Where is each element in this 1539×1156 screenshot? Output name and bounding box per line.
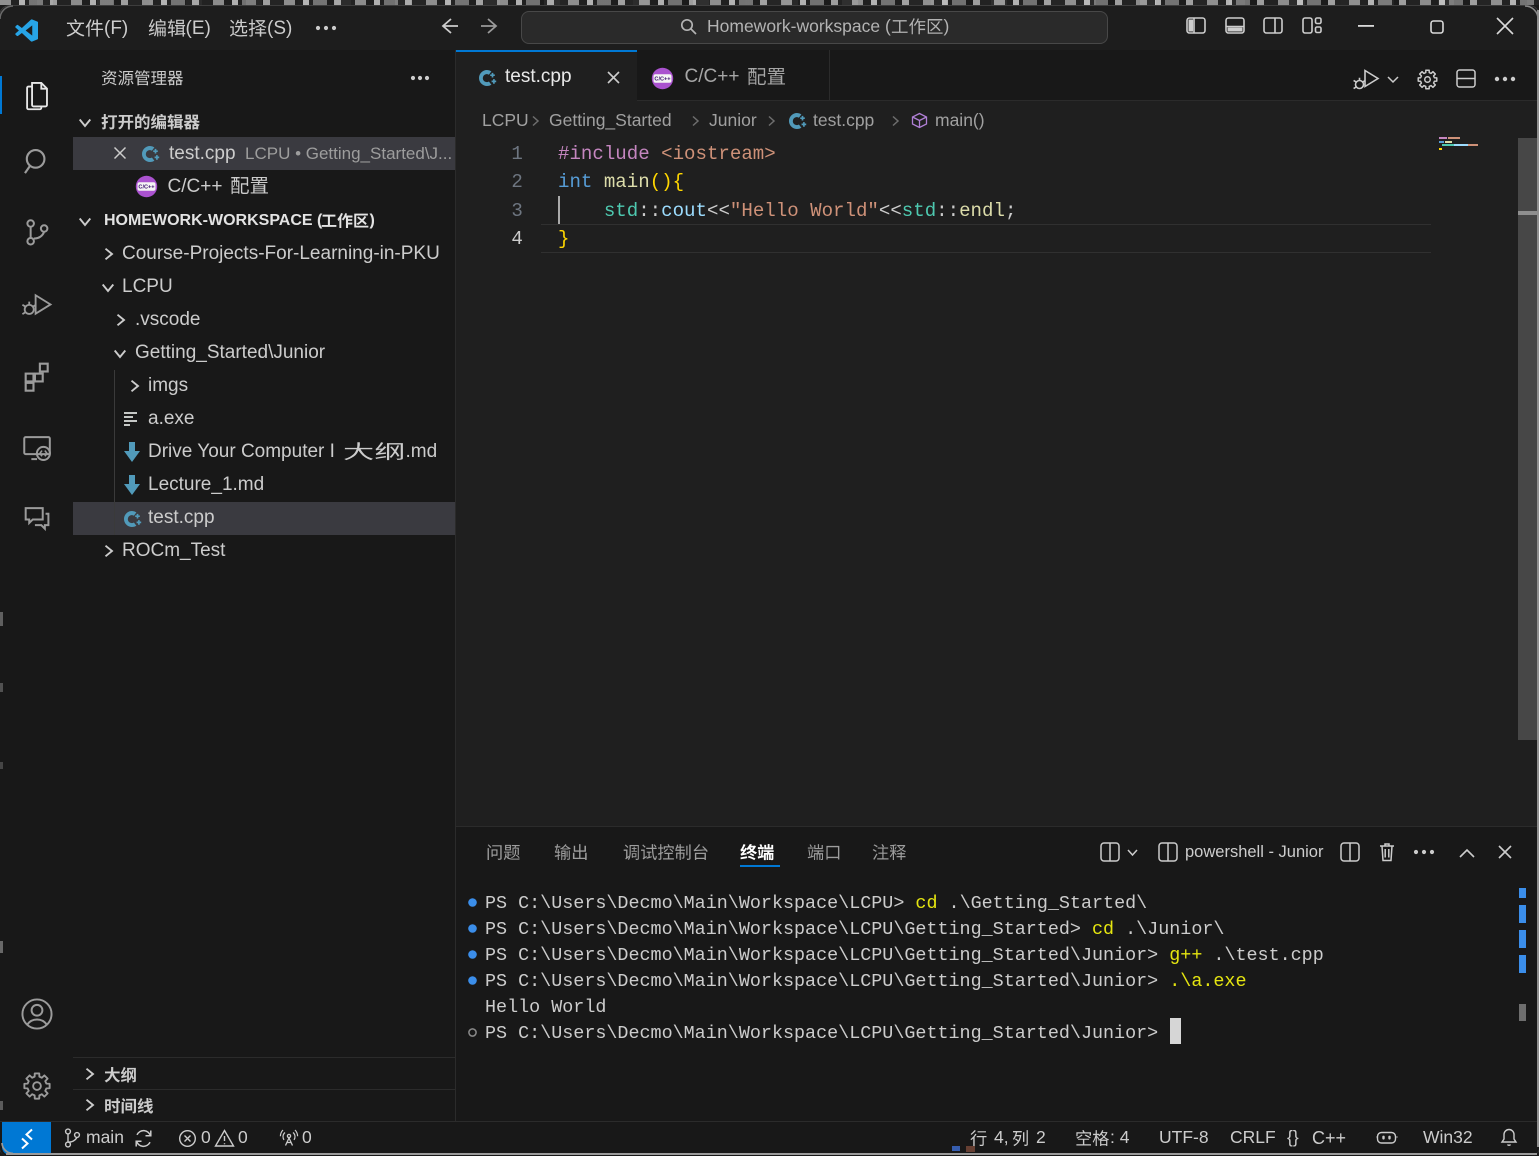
svg-text:C/C++: C/C++ xyxy=(654,76,671,82)
svg-text:C/C++: C/C++ xyxy=(138,185,155,191)
